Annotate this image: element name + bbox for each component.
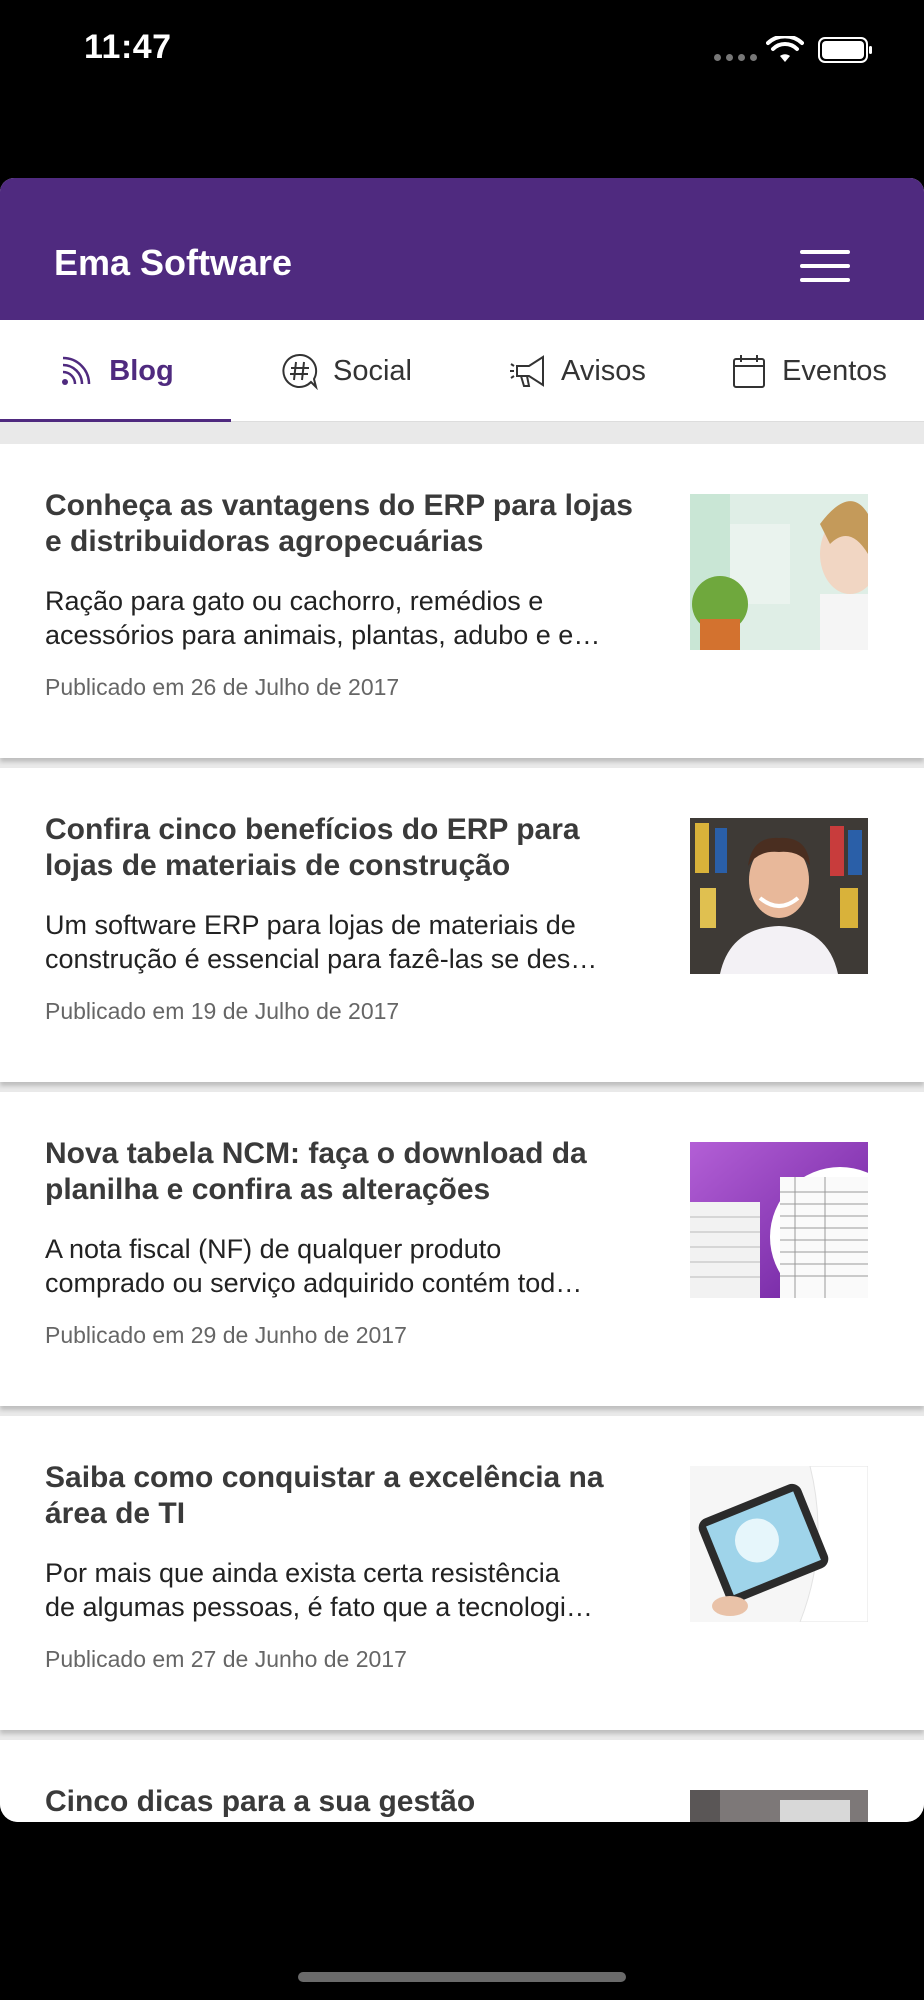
hamburger-menu-icon[interactable] <box>800 250 850 282</box>
post-excerpt: Por mais que ainda exista certa resistên… <box>45 1556 635 1624</box>
post-date: Publicado em 26 de Julho de 2017 <box>45 674 400 700</box>
post-date: Publicado em 19 de Julho de 2017 <box>45 998 400 1024</box>
post-excerpt-line: comprado ou serviço adquirido contém tod… <box>45 1268 583 1298</box>
post-card[interactable]: Cinco dicas para a sua gestão <box>0 1740 924 1822</box>
megaphone-icon <box>510 355 545 387</box>
tab-label: Blog <box>109 354 174 387</box>
post-excerpt-line: Ração para gato ou cachorro, remédios e <box>45 586 544 616</box>
blog-feed: Conheça as vantagens do ERP para lojas e… <box>0 444 924 1822</box>
post-date: Publicado em 29 de Junho de 2017 <box>45 1322 407 1348</box>
post-excerpt-line: de algumas pessoas, é fato que a tecnolo… <box>45 1592 593 1622</box>
app-window: Ema Software Blog Social Avisos Eventos … <box>0 178 924 1822</box>
tab-bar: Blog Social Avisos Eventos <box>0 320 924 422</box>
post-title: Nova tabela NCM: faça o download da plan… <box>45 1137 587 1206</box>
tab-label: Eventos <box>782 354 887 387</box>
post-title: Saiba como conquistar a excelência na ár… <box>45 1461 604 1530</box>
app-title: Ema Software <box>54 242 293 283</box>
home-indicator <box>298 1972 626 1982</box>
post-title: Conheça as vantagens do ERP para lojas e… <box>45 489 633 558</box>
post-excerpt-line: Por mais que ainda exista certa resistên… <box>45 1558 560 1588</box>
post-thumbnail-image <box>690 1790 868 1822</box>
tab-label: Avisos <box>561 354 646 387</box>
post-card[interactable]: Confira cinco benefícios do ERP para loj… <box>0 768 924 1082</box>
wifi-icon <box>766 36 804 62</box>
post-date: Publicado em 27 de Junho de 2017 <box>45 1646 407 1672</box>
post-excerpt-line: acessórios para animais, plantas, adubo … <box>45 620 601 650</box>
post-thumbnail-image <box>690 494 868 650</box>
post-excerpt-line: A nota fiscal (NF) de qualquer produto <box>45 1234 502 1264</box>
post-excerpt-line: Um software ERP para lojas de materiais … <box>45 910 576 940</box>
tab-label: Social <box>333 354 412 387</box>
app-bar: Ema Software <box>0 178 924 320</box>
tab-social[interactable]: Social <box>231 320 462 422</box>
post-excerpt: A nota fiscal (NF) de qualquer produto c… <box>45 1232 635 1300</box>
calendar-icon <box>733 355 766 388</box>
hashtag-icon <box>282 353 318 390</box>
post-card[interactable]: Saiba como conquistar a excelência na ár… <box>0 1416 924 1730</box>
post-excerpt-line: construção é essencial para fazê-las se … <box>45 944 598 974</box>
post-title: Confira cinco benefícios do ERP para loj… <box>45 813 580 882</box>
post-excerpt: Ração para gato ou cachorro, remédios e … <box>45 584 635 652</box>
battery-icon <box>818 37 872 63</box>
status-time: 11:47 <box>84 28 172 66</box>
tab-avisos[interactable]: Avisos <box>462 320 693 422</box>
post-excerpt: Um software ERP para lojas de materiais … <box>45 908 635 976</box>
tab-blog[interactable]: Blog <box>0 320 231 422</box>
post-card[interactable]: Nova tabela NCM: faça o download da plan… <box>0 1092 924 1406</box>
post-title: Cinco dicas para a sua gestão <box>45 1785 476 1818</box>
post-thumbnail-image <box>690 818 868 974</box>
signal-icon <box>714 54 757 61</box>
tab-eventos[interactable]: Eventos <box>693 320 924 422</box>
rss-icon <box>62 356 91 385</box>
status-bar: 11:47 <box>0 0 924 100</box>
post-thumbnail-image <box>690 1466 868 1622</box>
post-card[interactable]: Conheça as vantagens do ERP para lojas e… <box>0 444 924 758</box>
post-thumbnail-image <box>690 1142 868 1298</box>
